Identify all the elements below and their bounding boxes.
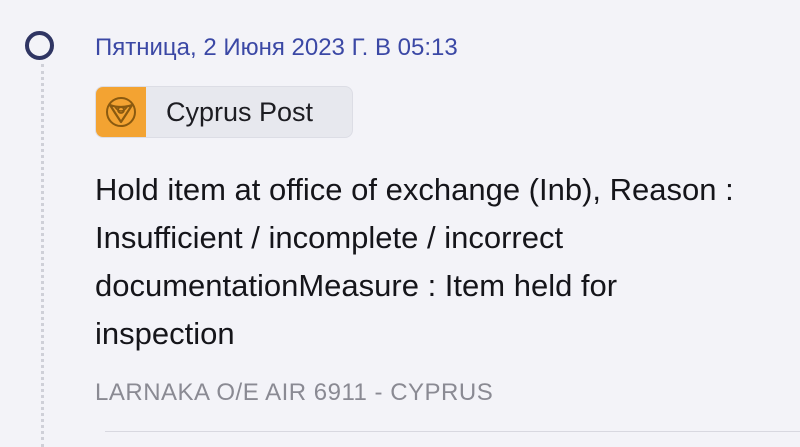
carrier-name: Cyprus Post	[166, 96, 314, 127]
carrier-chip[interactable]: Cyprus Post	[95, 86, 353, 138]
divider	[105, 431, 800, 432]
event-description: Hold item at office of exchange (Inb), R…	[95, 172, 734, 351]
cyprus-post-logo	[96, 87, 146, 137]
timeline-line	[41, 64, 44, 447]
event-location: LARNAKA O/E AIR 6911 - CYPRUS	[95, 379, 494, 406]
timeline-dot	[25, 31, 54, 60]
event-date: Пятница, 2 Июня 2023 Г. В 05:13	[95, 34, 458, 61]
post-horn-icon	[106, 97, 136, 127]
